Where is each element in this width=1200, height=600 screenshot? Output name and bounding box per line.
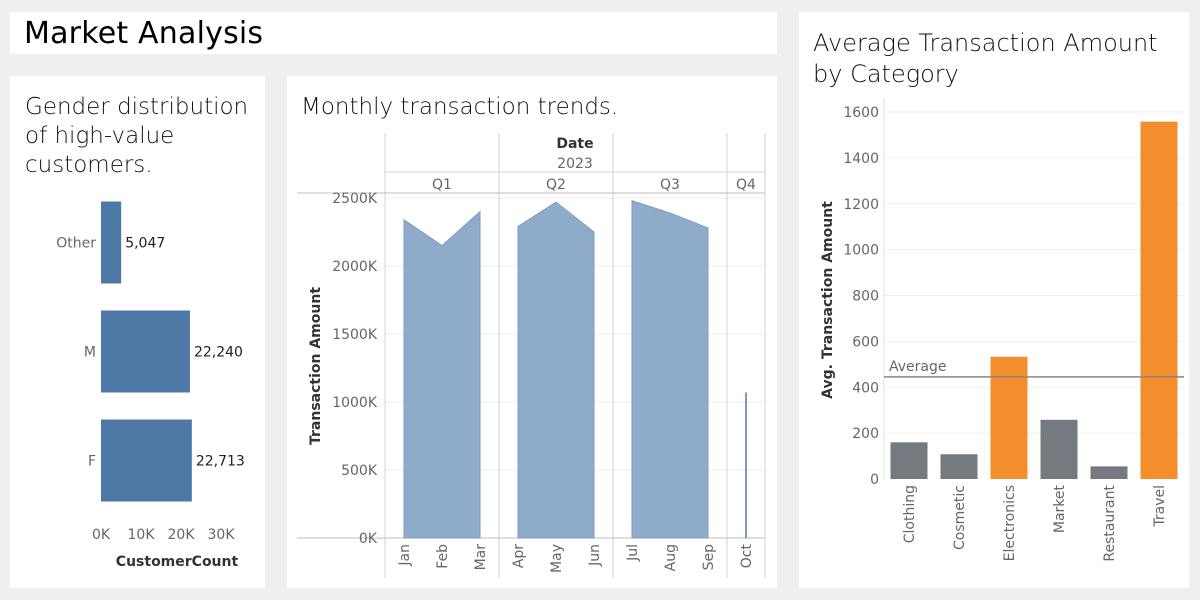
monthly-trends-panel: Monthly transaction trends. Date 2023 Q1 Ja… <box>287 76 777 588</box>
bar <box>1090 466 1128 479</box>
gender-bar-chart: Other 5,047 M 22,240 F 22,713 0K 10K 20K 30K Custo… <box>56 201 245 570</box>
monthly-area-chart: Date 2023 Q1 Jan Feb Mar Q2 Apr May Jun Q3 Jul Aug Se… <box>297 133 766 578</box>
y-tick-label: 2000K <box>332 259 378 275</box>
year-header: 2023 <box>557 156 593 172</box>
month-label: Feb <box>435 544 451 569</box>
quarter-label: Q4 <box>736 177 756 193</box>
x-axis-title: CustomerCount <box>116 554 239 570</box>
y-tick-label: 1600 <box>843 105 879 121</box>
month-label: Apr <box>511 544 527 568</box>
category-label: Other <box>56 236 96 252</box>
category-label: F <box>88 454 96 470</box>
data-label: 5,047 <box>125 236 165 252</box>
y-tick-label: 500K <box>341 463 378 479</box>
y-tick-label: 200 <box>852 426 879 442</box>
month-label: Oct <box>739 544 755 569</box>
x-tick-label: 20K <box>168 527 196 543</box>
category-label: Cosmetic <box>952 485 968 550</box>
month-label: May <box>549 544 565 573</box>
category-label: Restaurant <box>1102 485 1118 562</box>
y-axis-title: Transaction Amount <box>308 287 324 445</box>
y-tick-label: 1000 <box>843 243 879 259</box>
month-label: Mar <box>473 544 489 571</box>
avg-transaction-panel: Average Transaction Amount by Category C… <box>799 12 1189 588</box>
bar <box>1140 121 1178 479</box>
y-tick-label: 0K <box>359 531 378 547</box>
data-label: 22,240 <box>194 345 243 361</box>
category-label: M <box>84 345 96 361</box>
x-tick-label: 30K <box>208 527 236 543</box>
month-label: Jan <box>397 544 413 567</box>
bar <box>101 419 192 502</box>
y-tick-label: 400 <box>852 380 879 396</box>
category-label: Travel <box>1152 485 1168 528</box>
y-tick-label: 600 <box>852 334 879 350</box>
page-title: Market Analysis <box>24 16 264 51</box>
area-series <box>403 210 481 539</box>
bar <box>940 454 978 479</box>
data-label: 22,713 <box>196 454 245 470</box>
month-label: Jul <box>625 544 641 562</box>
y-tick-label: 800 <box>852 289 879 305</box>
area-series <box>517 201 595 539</box>
bar <box>101 201 122 284</box>
bar <box>890 442 928 479</box>
category-bar-chart: Clothing Cosmetic Electronics Market Restaur… <box>820 98 1184 562</box>
x-tick-label: 10K <box>128 527 156 543</box>
gender-distribution-panel: Gender distribution of high-value custom… <box>10 76 265 588</box>
y-axis-title: Avg. Transaction Amount <box>820 201 836 399</box>
category-label: Market <box>1052 484 1068 533</box>
y-tick-label: 0 <box>870 472 879 488</box>
quarter-label: Q1 <box>432 177 452 193</box>
y-tick-label: 1000K <box>332 395 378 411</box>
y-tick-label: 2500K <box>332 191 378 207</box>
category-label: Clothing <box>902 485 918 543</box>
month-label: Jun <box>587 544 603 567</box>
y-tick-label: 1200 <box>843 197 879 213</box>
quarter-label: Q3 <box>660 177 680 193</box>
quarter-label: Q2 <box>546 177 566 193</box>
average-label: Average <box>889 359 947 375</box>
y-tick-label: 1500K <box>332 327 378 343</box>
area-series <box>631 200 709 539</box>
category-label: Electronics <box>1002 485 1018 561</box>
bar <box>990 356 1028 479</box>
month-label: Sep <box>701 544 717 571</box>
month-label: Aug <box>663 544 679 571</box>
date-header: Date <box>556 136 593 152</box>
x-tick-label: 0K <box>92 527 111 543</box>
bar <box>101 310 190 393</box>
title-panel: Market Analysis <box>10 12 777 54</box>
y-tick-label: 1400 <box>843 151 879 167</box>
bar <box>1040 419 1078 479</box>
